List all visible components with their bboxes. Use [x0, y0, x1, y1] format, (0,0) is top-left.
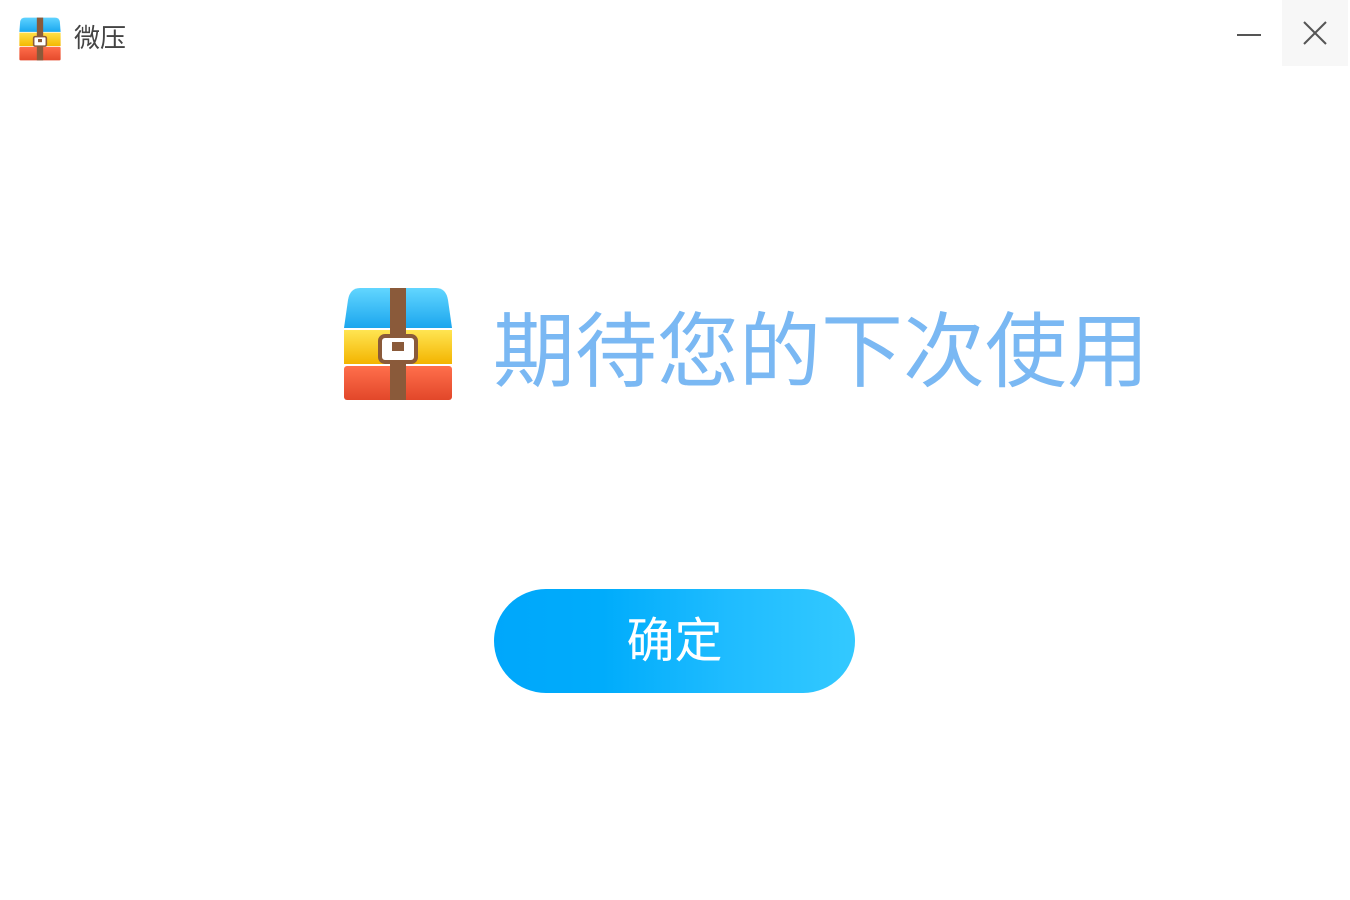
archive-box-icon [19, 17, 61, 61]
close-icon [1303, 21, 1327, 45]
confirm-button[interactable]: 确定 [494, 589, 855, 693]
close-button[interactable] [1282, 0, 1348, 66]
title-bar[interactable]: 微压 [0, 0, 1350, 70]
minimize-icon [1237, 34, 1261, 36]
archive-box-icon [344, 288, 452, 400]
window-title: 微压 [74, 24, 127, 54]
farewell-message: 期待您的下次使用 [493, 305, 1150, 400]
app-window: 微压 期待您的下次使用 确定 [0, 0, 1350, 900]
minimize-button[interactable] [1216, 0, 1282, 66]
